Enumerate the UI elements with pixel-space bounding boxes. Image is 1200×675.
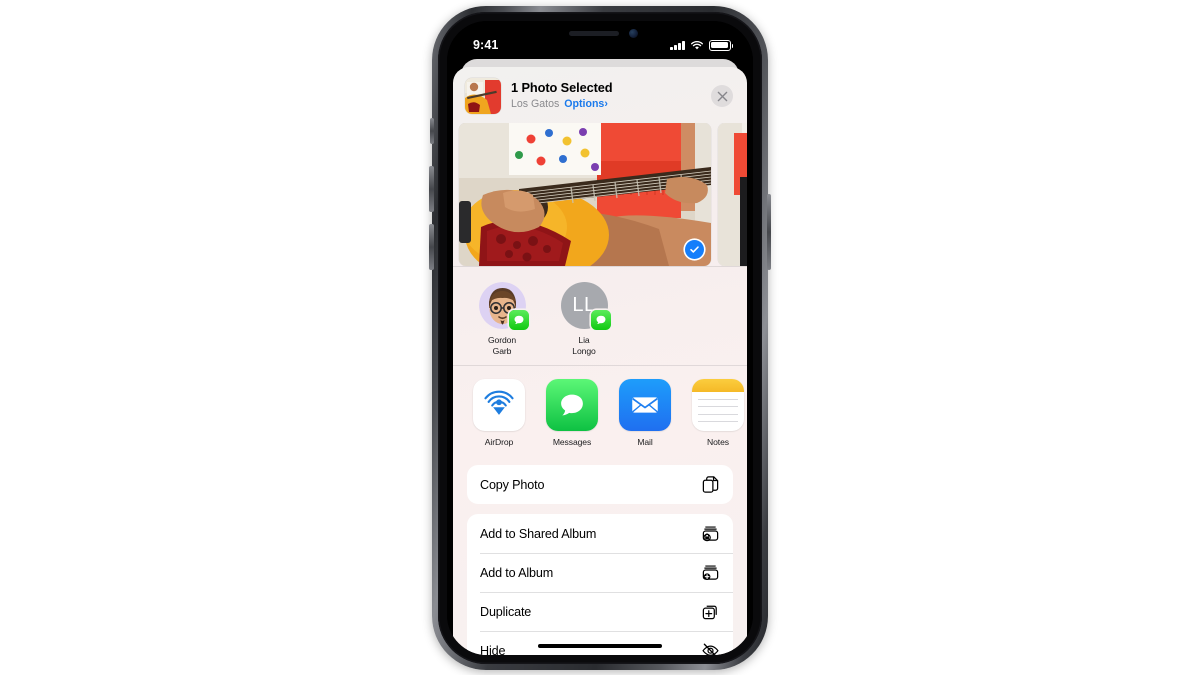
shared-album-icon [700, 524, 720, 544]
app-item-mail[interactable]: Mail [619, 379, 671, 447]
action-label: Add to Shared Album [480, 526, 597, 541]
app-item-messages[interactable]: Messages [546, 379, 598, 447]
wifi-icon [691, 40, 703, 49]
share-sheet: 1 Photo Selected Los Gatos Options› Gord… [453, 67, 747, 655]
device-screen: 9:41 1 Photo Selected Los Gatos Options›… [447, 21, 753, 655]
volume-down-button[interactable] [429, 224, 434, 270]
app-label: AirDrop [484, 437, 514, 448]
cellular-bars-icon [670, 40, 685, 50]
home-indicator[interactable] [538, 643, 662, 648]
chevron-right-icon: › [604, 98, 608, 111]
app-label: Mail [637, 437, 653, 448]
contact-name: Gordon Garb [487, 334, 517, 356]
contact-app-badge [590, 309, 611, 330]
action-row-copy-photo[interactable]: Copy Photo [467, 465, 733, 504]
share-actions-list: Copy Photo Add to Shared Album Add to Al… [453, 457, 747, 655]
contact-item[interactable]: LL Lia Longo [555, 281, 613, 357]
action-label: Duplicate [480, 604, 532, 619]
copy-icon [700, 475, 720, 495]
close-button[interactable] [711, 85, 733, 107]
status-bar-time: 9:41 [473, 38, 499, 52]
action-group-1: Copy Photo [467, 465, 733, 505]
notch [525, 21, 675, 47]
action-label: Hide [480, 643, 506, 655]
contact-name: Lia Longo [572, 334, 596, 356]
hide-eye-icon [700, 641, 720, 655]
checkmark-circle-icon [690, 246, 699, 253]
header-subtitle: Los Gatos Options› [511, 97, 701, 112]
messages-icon [561, 395, 583, 416]
selected-photos-strip[interactable] [453, 123, 747, 266]
battery-full-icon [709, 39, 734, 51]
messages-icon [514, 315, 523, 324]
front-camera-icon [629, 29, 638, 38]
iphone-device-frame: 9:41 1 Photo Selected Los Gatos Options›… [429, 6, 771, 670]
earpiece-speaker-icon [569, 31, 619, 36]
action-group-2: Add to Shared Album Add to Album Duplica… [467, 514, 733, 655]
app-label: Notes [707, 437, 729, 448]
app-item-airdrop[interactable]: AirDrop [473, 379, 525, 447]
options-label: Options [564, 98, 605, 111]
mail-icon [632, 397, 658, 414]
device-bezel: 9:41 1 Photo Selected Los Gatos Options›… [438, 12, 762, 664]
selection-title: 1 Photo Selected [511, 80, 613, 96]
action-row-add-to-shared-album[interactable]: Add to Shared Album [467, 514, 733, 553]
contact-item[interactable]: Gordon Garb [473, 281, 531, 357]
power-button[interactable] [766, 194, 771, 270]
add-album-icon [700, 563, 720, 583]
app-label: Messages [552, 437, 592, 448]
action-row-duplicate[interactable]: Duplicate [467, 592, 733, 631]
action-label: Copy Photo [480, 477, 545, 492]
mute-switch[interactable] [429, 118, 434, 144]
share-apps-row[interactable]: AirDrop Messages Mail Notes [453, 365, 747, 457]
volume-up-button[interactable] [429, 166, 434, 212]
next-photo-image [718, 123, 747, 266]
messages-icon [596, 315, 605, 324]
options-link[interactable]: Options› [564, 97, 608, 112]
photo-thumbnail-next[interactable] [718, 123, 747, 266]
action-row-add-to-album[interactable]: Add to Album [467, 553, 733, 592]
duplicate-icon [700, 602, 720, 622]
header-photo-thumbnail[interactable] [465, 78, 501, 114]
photo-thumbnail-guitar[interactable] [459, 123, 711, 266]
status-bar-indicators [670, 39, 734, 51]
share-sheet-header: 1 Photo Selected Los Gatos Options› [453, 67, 747, 123]
guitar-photo-image [459, 123, 711, 266]
action-label: Add to Album [480, 565, 554, 580]
suggested-contacts-row[interactable]: Gordon Garb LL Lia Longo [453, 267, 747, 365]
contact-app-badge [508, 309, 529, 330]
photo-location: Los Gatos [511, 98, 560, 111]
airdrop-icon [484, 390, 514, 416]
app-item-notes[interactable]: Notes [692, 379, 744, 447]
close-icon [717, 91, 727, 101]
header-text-block: 1 Photo Selected Los Gatos Options› [511, 80, 701, 112]
screenshot-canvas: 9:41 1 Photo Selected Los Gatos Options›… [0, 0, 1200, 675]
photo-selected-badge[interactable] [685, 240, 704, 259]
notes-icon [692, 379, 744, 432]
